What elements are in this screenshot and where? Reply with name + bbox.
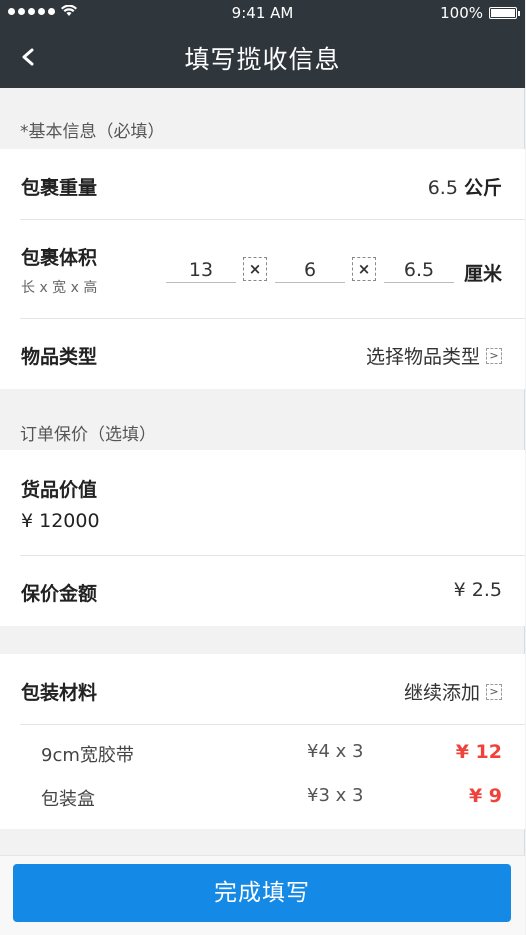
item-type-row[interactable]: 物品类型 选择物品类型 > [0, 318, 525, 389]
material-name: 包装盒 [41, 789, 95, 810]
app-screen: 9:41 AM 100% 填写揽收信息 *基本信息（必填） 包裹重量 6.5 公… [0, 0, 525, 935]
premium-value: ¥ 2.5 [453, 579, 502, 601]
volume-label: 包裹体积 [21, 247, 98, 269]
height-input[interactable]: 6.5 [384, 257, 454, 283]
insurance-section-label: 订单保价（选填） [20, 425, 156, 445]
item-type-label: 物品类型 [21, 346, 98, 368]
basic-info-card: 包裹重量 6.5 公斤 包裹体积 长 x 宽 x 高 13 × 6 × 6.5 … [0, 149, 525, 389]
item-type-selector[interactable]: 选择物品类型 > [366, 342, 502, 369]
battery-percent: 100% [440, 4, 483, 22]
material-qty: ¥4 x 3 [307, 741, 364, 762]
width-input[interactable]: 6 [275, 257, 345, 283]
weight-label: 包裹重量 [21, 177, 98, 199]
times-icon: × [243, 257, 267, 281]
goods-value-label: 货品价值 [21, 479, 98, 501]
premium-label: 保价金额 [21, 583, 98, 605]
insurance-card: 货品价值 ¥ 12000 保价金额 ¥ 2.5 [0, 450, 525, 626]
volume-row: 包裹体积 长 x 宽 x 高 13 × 6 × 6.5 厘米 [0, 219, 525, 318]
volume-unit: 厘米 [463, 263, 502, 285]
list-item: 包装盒 ¥3 x 3 ¥ 9 [0, 774, 525, 824]
times-icon: × [352, 257, 376, 281]
battery-icon [489, 7, 520, 19]
weight-number: 6.5 [427, 177, 458, 199]
volume-hint: 长 x 宽 x 高 [21, 280, 98, 296]
chevron-right-icon: > [486, 347, 502, 364]
item-type-value: 选择物品类型 [365, 346, 480, 368]
goods-value-row[interactable]: 货品价值 ¥ 12000 [0, 450, 525, 555]
list-item: 9cm宽胶带 ¥4 x 3 ¥ 12 [0, 724, 525, 774]
material-name: 9cm宽胶带 [41, 745, 134, 766]
material-qty: ¥3 x 3 [307, 785, 364, 806]
goods-value-input[interactable]: ¥ 12000 [21, 510, 100, 532]
weight-row[interactable]: 包裹重量 6.5 公斤 [0, 149, 525, 219]
packaging-header-row: 包装材料 继续添加 > [0, 654, 525, 724]
weight-value[interactable]: 6.5 公斤 [428, 173, 502, 200]
add-packaging-button[interactable]: 继续添加 > [404, 678, 502, 705]
premium-row: 保价金额 ¥ 2.5 [0, 555, 525, 626]
basic-section-label: *基本信息（必填） [20, 122, 165, 142]
nav-bar: 填写揽收信息 [0, 28, 525, 88]
submit-button[interactable]: 完成填写 [13, 864, 511, 922]
packaging-card: 包装材料 继续添加 > 9cm宽胶带 ¥4 x 3 ¥ 12 包装盒 ¥3 x 3… [0, 654, 525, 829]
add-packaging-label: 继续添加 [403, 682, 480, 704]
material-total: ¥ 9 [468, 785, 502, 807]
material-total: ¥ 12 [455, 741, 502, 763]
length-input[interactable]: 13 [166, 257, 236, 283]
packaging-label: 包装材料 [21, 682, 98, 704]
page-title: 填写揽收信息 [184, 45, 341, 74]
status-bar: 9:41 AM 100% [0, 0, 525, 28]
battery-area: 100% [440, 4, 520, 22]
chevron-right-icon: > [486, 683, 502, 700]
weight-unit: 公斤 [463, 177, 502, 199]
